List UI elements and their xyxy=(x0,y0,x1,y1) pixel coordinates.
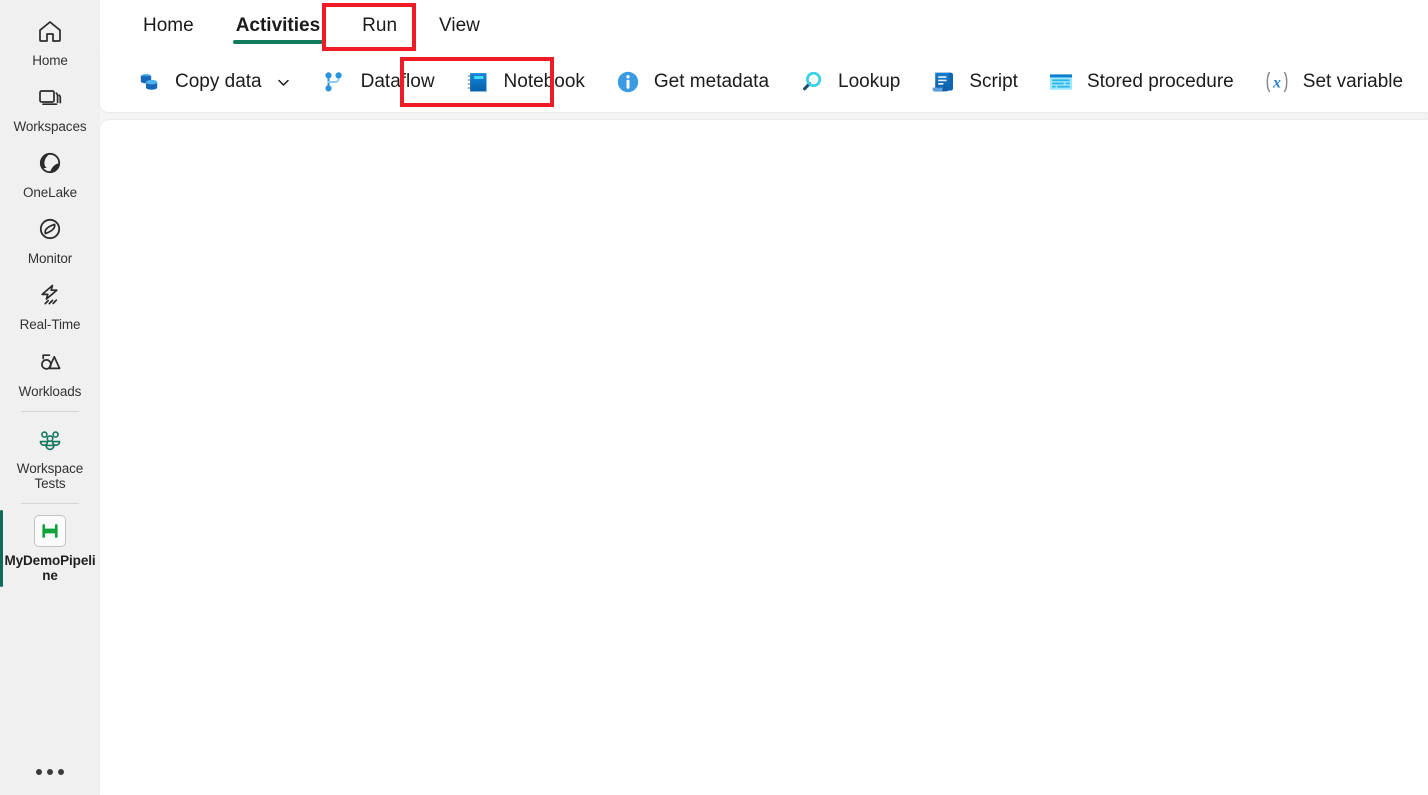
command-label: Lookup xyxy=(838,71,901,92)
ellipsis-dot xyxy=(36,769,42,775)
sidebar-item-workloads[interactable]: Workloads xyxy=(0,339,100,405)
pipeline-icon xyxy=(33,514,67,548)
tab-label: Run xyxy=(362,15,398,36)
sidebar-item-label: MyDemoPipeline xyxy=(4,552,96,583)
command-get-metadata[interactable]: Get metadata xyxy=(599,59,783,105)
command-label: Dataflow xyxy=(360,71,435,92)
sidebar-item-label: Real-Time xyxy=(19,317,81,333)
global-navigation-sidebar: Home Workspaces OneLake Monitor Real-Tim… xyxy=(0,0,100,795)
real-time-icon xyxy=(33,278,67,312)
tab-home[interactable]: Home xyxy=(122,0,215,52)
tab-activities[interactable]: Activities xyxy=(215,0,341,52)
home-icon xyxy=(33,14,67,48)
command-label: Script xyxy=(969,71,1018,92)
notebook-icon xyxy=(463,67,493,97)
sidebar-item-label: Monitor xyxy=(27,251,73,267)
set-variable-icon: x xyxy=(1262,67,1292,97)
command-notebook[interactable]: Notebook xyxy=(449,59,599,105)
command-lookup[interactable]: Lookup xyxy=(783,59,914,105)
command-script[interactable]: Script xyxy=(914,59,1032,105)
command-label: Stored procedure xyxy=(1086,71,1234,92)
sidebar-item-real-time[interactable]: Real-Time xyxy=(0,272,100,338)
activities-command-bar: Copy data Dataflow Notebook Get metadata… xyxy=(100,52,1428,112)
sidebar-item-label: OneLake xyxy=(22,185,78,201)
sidebar-item-home[interactable]: Home xyxy=(0,8,100,74)
sidebar-item-workspace-tests[interactable]: Workspace Tests xyxy=(0,416,100,497)
workloads-icon xyxy=(33,345,67,379)
tab-label: View xyxy=(439,15,480,36)
lookup-icon xyxy=(797,67,827,97)
dataflow-icon xyxy=(320,67,350,97)
command-label: Set variable xyxy=(1302,71,1404,92)
ellipsis-dot xyxy=(58,769,64,775)
onelake-icon xyxy=(33,146,67,180)
command-label: Copy data xyxy=(175,71,262,92)
sidebar-item-label: Home xyxy=(32,53,68,68)
command-dataflow[interactable]: Dataflow xyxy=(306,59,449,105)
command-stored-procedure[interactable]: Stored procedure xyxy=(1032,59,1248,105)
ellipsis-dot xyxy=(47,769,53,775)
sidebar-item-label: Workloads xyxy=(18,383,82,399)
command-label: Notebook xyxy=(503,71,585,92)
workspaces-icon xyxy=(33,80,67,114)
chevron-down-icon[interactable] xyxy=(276,74,292,90)
command-set-variable[interactable]: x Set variable xyxy=(1248,59,1417,105)
sidebar-item-label: Workspace Tests xyxy=(16,460,84,491)
sidebar-divider xyxy=(21,502,79,504)
sidebar-item-mydemopipeline[interactable]: MyDemoPipeline xyxy=(0,508,100,589)
sidebar-item-label: Workspaces xyxy=(13,119,87,135)
sidebar-item-onelake[interactable]: OneLake xyxy=(0,140,100,206)
script-icon xyxy=(928,67,958,97)
svg-text:x: x xyxy=(1272,74,1281,91)
active-tab-indicator xyxy=(232,40,324,44)
tab-view[interactable]: View xyxy=(418,0,501,52)
sidebar-item-workspaces[interactable]: Workspaces xyxy=(0,74,100,140)
ribbon-tab-strip: Home Activities Run View xyxy=(100,0,1428,52)
tab-label: Home xyxy=(143,15,194,36)
get-metadata-icon xyxy=(613,67,643,97)
monitor-icon xyxy=(33,212,67,246)
stored-procedure-icon xyxy=(1046,67,1076,97)
sidebar-divider xyxy=(21,410,79,412)
command-copy-data[interactable]: Copy data xyxy=(120,59,306,105)
tab-label: Activities xyxy=(235,15,321,36)
fabric-pipeline-editor: Home Workspaces OneLake Monitor Real-Tim… xyxy=(0,0,1428,795)
pipeline-canvas[interactable] xyxy=(100,120,1428,795)
tab-run[interactable]: Run xyxy=(341,0,418,52)
sidebar-item-monitor[interactable]: Monitor xyxy=(0,206,100,272)
sidebar-more-button[interactable] xyxy=(0,769,100,775)
workspace-tests-icon xyxy=(33,422,67,456)
editor-pane: Home Activities Run View Copy data Dataf… xyxy=(100,0,1428,795)
command-label: Get metadata xyxy=(653,71,770,92)
copy-data-icon xyxy=(134,67,164,97)
